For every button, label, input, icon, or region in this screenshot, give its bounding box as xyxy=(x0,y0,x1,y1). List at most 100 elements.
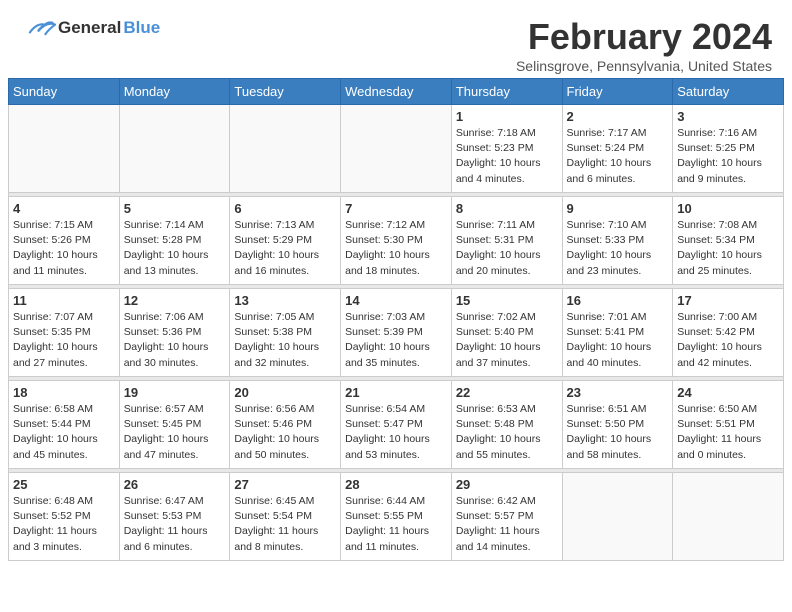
day-info: Sunrise: 6:45 AM Sunset: 5:54 PM Dayligh… xyxy=(234,494,336,555)
table-row: 9Sunrise: 7:10 AM Sunset: 5:33 PM Daylig… xyxy=(562,197,673,285)
day-info: Sunrise: 6:58 AM Sunset: 5:44 PM Dayligh… xyxy=(13,402,115,463)
day-info: Sunrise: 7:01 AM Sunset: 5:41 PM Dayligh… xyxy=(567,310,669,371)
table-row: 24 Sunrise: 6:50 AM Sunset: 5:51 PM Dayli… xyxy=(673,381,784,469)
table-row: 29 Sunrise: 6:42 AM Sunset: 5:57 PM Dayli… xyxy=(451,473,562,561)
table-row: 21 Sunrise: 6:54 AM Sunset: 5:47 PM Dayli… xyxy=(341,381,452,469)
day-number: 26 xyxy=(124,477,226,492)
day-info: Sunrise: 7:08 AM Sunset: 5:34 PM Dayligh… xyxy=(677,218,779,279)
page-header: GeneralBlue February 2024 Selinsgrove, P… xyxy=(0,0,792,78)
day-number: 13 xyxy=(234,293,336,308)
table-row: 15Sunrise: 7:02 AM Sunset: 5:40 PM Dayli… xyxy=(451,289,562,377)
day-info: Sunrise: 7:07 AM Sunset: 5:35 PM Dayligh… xyxy=(13,310,115,371)
day-number: 18 xyxy=(13,385,115,400)
day-info: Sunrise: 7:14 AM Sunset: 5:28 PM Dayligh… xyxy=(124,218,226,279)
table-row: 2 Sunrise: 7:17 AM Sunset: 5:24 PM Daylig… xyxy=(562,105,673,193)
subtitle: Selinsgrove, Pennsylvania, United States xyxy=(516,58,772,74)
table-row xyxy=(673,473,784,561)
day-number: 16 xyxy=(567,293,669,308)
logo: GeneralBlue xyxy=(20,16,160,40)
day-info: Sunrise: 6:54 AM Sunset: 5:47 PM Dayligh… xyxy=(345,402,447,463)
day-info: Sunrise: 6:47 AM Sunset: 5:53 PM Dayligh… xyxy=(124,494,226,555)
table-row: 3 Sunrise: 7:16 AM Sunset: 5:25 PM Daylig… xyxy=(673,105,784,193)
table-row: 5Sunrise: 7:14 AM Sunset: 5:28 PM Daylig… xyxy=(119,197,230,285)
table-row: 25 Sunrise: 6:48 AM Sunset: 5:52 PM Dayli… xyxy=(9,473,120,561)
logo-blue-text: Blue xyxy=(123,18,160,38)
calendar-week-row: 1 Sunrise: 7:18 AM Sunset: 5:23 PM Daylig… xyxy=(9,105,784,193)
month-title: February 2024 xyxy=(516,16,772,58)
day-info: Sunrise: 6:57 AM Sunset: 5:45 PM Dayligh… xyxy=(124,402,226,463)
day-number: 24 xyxy=(677,385,779,400)
table-row: 11 Sunrise: 7:07 AM Sunset: 5:35 PM Dayli… xyxy=(9,289,120,377)
day-info: Sunrise: 7:16 AM Sunset: 5:25 PM Dayligh… xyxy=(677,126,779,187)
logo-bird-icon xyxy=(20,16,56,40)
logo-general-text: General xyxy=(58,18,121,38)
table-row: 19Sunrise: 6:57 AM Sunset: 5:45 PM Dayli… xyxy=(119,381,230,469)
col-thursday: Thursday xyxy=(451,79,562,105)
day-info: Sunrise: 7:17 AM Sunset: 5:24 PM Dayligh… xyxy=(567,126,669,187)
table-row xyxy=(230,105,341,193)
day-info: Sunrise: 7:00 AM Sunset: 5:42 PM Dayligh… xyxy=(677,310,779,371)
table-row: 13 Sunrise: 7:05 AM Sunset: 5:38 PM Dayli… xyxy=(230,289,341,377)
col-friday: Friday xyxy=(562,79,673,105)
day-info: Sunrise: 7:06 AM Sunset: 5:36 PM Dayligh… xyxy=(124,310,226,371)
day-info: Sunrise: 6:44 AM Sunset: 5:55 PM Dayligh… xyxy=(345,494,447,555)
day-number: 12 xyxy=(124,293,226,308)
table-row: 23 Sunrise: 6:51 AM Sunset: 5:50 PM Dayli… xyxy=(562,381,673,469)
table-row xyxy=(341,105,452,193)
table-row xyxy=(9,105,120,193)
day-number: 9 xyxy=(567,201,669,216)
table-row: 20 Sunrise: 6:56 AM Sunset: 5:46 PM Dayli… xyxy=(230,381,341,469)
table-row xyxy=(119,105,230,193)
day-number: 11 xyxy=(13,293,115,308)
day-info: Sunrise: 7:13 AM Sunset: 5:29 PM Dayligh… xyxy=(234,218,336,279)
day-number: 23 xyxy=(567,385,669,400)
day-number: 3 xyxy=(677,109,779,124)
table-row: 14Sunrise: 7:03 AM Sunset: 5:39 PM Dayli… xyxy=(341,289,452,377)
col-sunday: Sunday xyxy=(9,79,120,105)
col-saturday: Saturday xyxy=(673,79,784,105)
day-number: 8 xyxy=(456,201,558,216)
day-number: 21 xyxy=(345,385,447,400)
day-info: Sunrise: 6:50 AM Sunset: 5:51 PM Dayligh… xyxy=(677,402,779,463)
day-info: Sunrise: 6:42 AM Sunset: 5:57 PM Dayligh… xyxy=(456,494,558,555)
day-info: Sunrise: 7:18 AM Sunset: 5:23 PM Dayligh… xyxy=(456,126,558,187)
day-number: 7 xyxy=(345,201,447,216)
calendar-week-row: 25 Sunrise: 6:48 AM Sunset: 5:52 PM Dayli… xyxy=(9,473,784,561)
day-info: Sunrise: 6:51 AM Sunset: 5:50 PM Dayligh… xyxy=(567,402,669,463)
day-number: 14 xyxy=(345,293,447,308)
table-row: 26 Sunrise: 6:47 AM Sunset: 5:53 PM Dayli… xyxy=(119,473,230,561)
day-number: 29 xyxy=(456,477,558,492)
day-number: 4 xyxy=(13,201,115,216)
calendar-week-row: 4 Sunrise: 7:15 AM Sunset: 5:26 PM Daylig… xyxy=(9,197,784,285)
col-tuesday: Tuesday xyxy=(230,79,341,105)
table-row: 18 Sunrise: 6:58 AM Sunset: 5:44 PM Dayli… xyxy=(9,381,120,469)
day-number: 15 xyxy=(456,293,558,308)
day-info: Sunrise: 7:05 AM Sunset: 5:38 PM Dayligh… xyxy=(234,310,336,371)
calendar-week-row: 18 Sunrise: 6:58 AM Sunset: 5:44 PM Dayli… xyxy=(9,381,784,469)
day-number: 2 xyxy=(567,109,669,124)
table-row: 28Sunrise: 6:44 AM Sunset: 5:55 PM Dayli… xyxy=(341,473,452,561)
table-row: 16 Sunrise: 7:01 AM Sunset: 5:41 PM Dayli… xyxy=(562,289,673,377)
table-row: 7 Sunrise: 7:12 AM Sunset: 5:30 PM Daylig… xyxy=(341,197,452,285)
table-row: 22 Sunrise: 6:53 AM Sunset: 5:48 PM Dayli… xyxy=(451,381,562,469)
table-row: 6Sunrise: 7:13 AM Sunset: 5:29 PM Daylig… xyxy=(230,197,341,285)
table-row: 27Sunrise: 6:45 AM Sunset: 5:54 PM Dayli… xyxy=(230,473,341,561)
calendar-week-row: 11 Sunrise: 7:07 AM Sunset: 5:35 PM Dayli… xyxy=(9,289,784,377)
table-row: 10Sunrise: 7:08 AM Sunset: 5:34 PM Dayli… xyxy=(673,197,784,285)
col-wednesday: Wednesday xyxy=(341,79,452,105)
day-number: 17 xyxy=(677,293,779,308)
day-number: 22 xyxy=(456,385,558,400)
day-info: Sunrise: 7:12 AM Sunset: 5:30 PM Dayligh… xyxy=(345,218,447,279)
day-info: Sunrise: 6:48 AM Sunset: 5:52 PM Dayligh… xyxy=(13,494,115,555)
day-number: 1 xyxy=(456,109,558,124)
table-row: 17 Sunrise: 7:00 AM Sunset: 5:42 PM Dayli… xyxy=(673,289,784,377)
day-info: Sunrise: 6:53 AM Sunset: 5:48 PM Dayligh… xyxy=(456,402,558,463)
calendar-table: Sunday Monday Tuesday Wednesday Thursday… xyxy=(8,78,784,561)
day-info: Sunrise: 7:15 AM Sunset: 5:26 PM Dayligh… xyxy=(13,218,115,279)
table-row: 12 Sunrise: 7:06 AM Sunset: 5:36 PM Dayli… xyxy=(119,289,230,377)
day-info: Sunrise: 6:56 AM Sunset: 5:46 PM Dayligh… xyxy=(234,402,336,463)
table-row: 1 Sunrise: 7:18 AM Sunset: 5:23 PM Daylig… xyxy=(451,105,562,193)
day-number: 25 xyxy=(13,477,115,492)
day-number: 20 xyxy=(234,385,336,400)
table-row: 4 Sunrise: 7:15 AM Sunset: 5:26 PM Daylig… xyxy=(9,197,120,285)
